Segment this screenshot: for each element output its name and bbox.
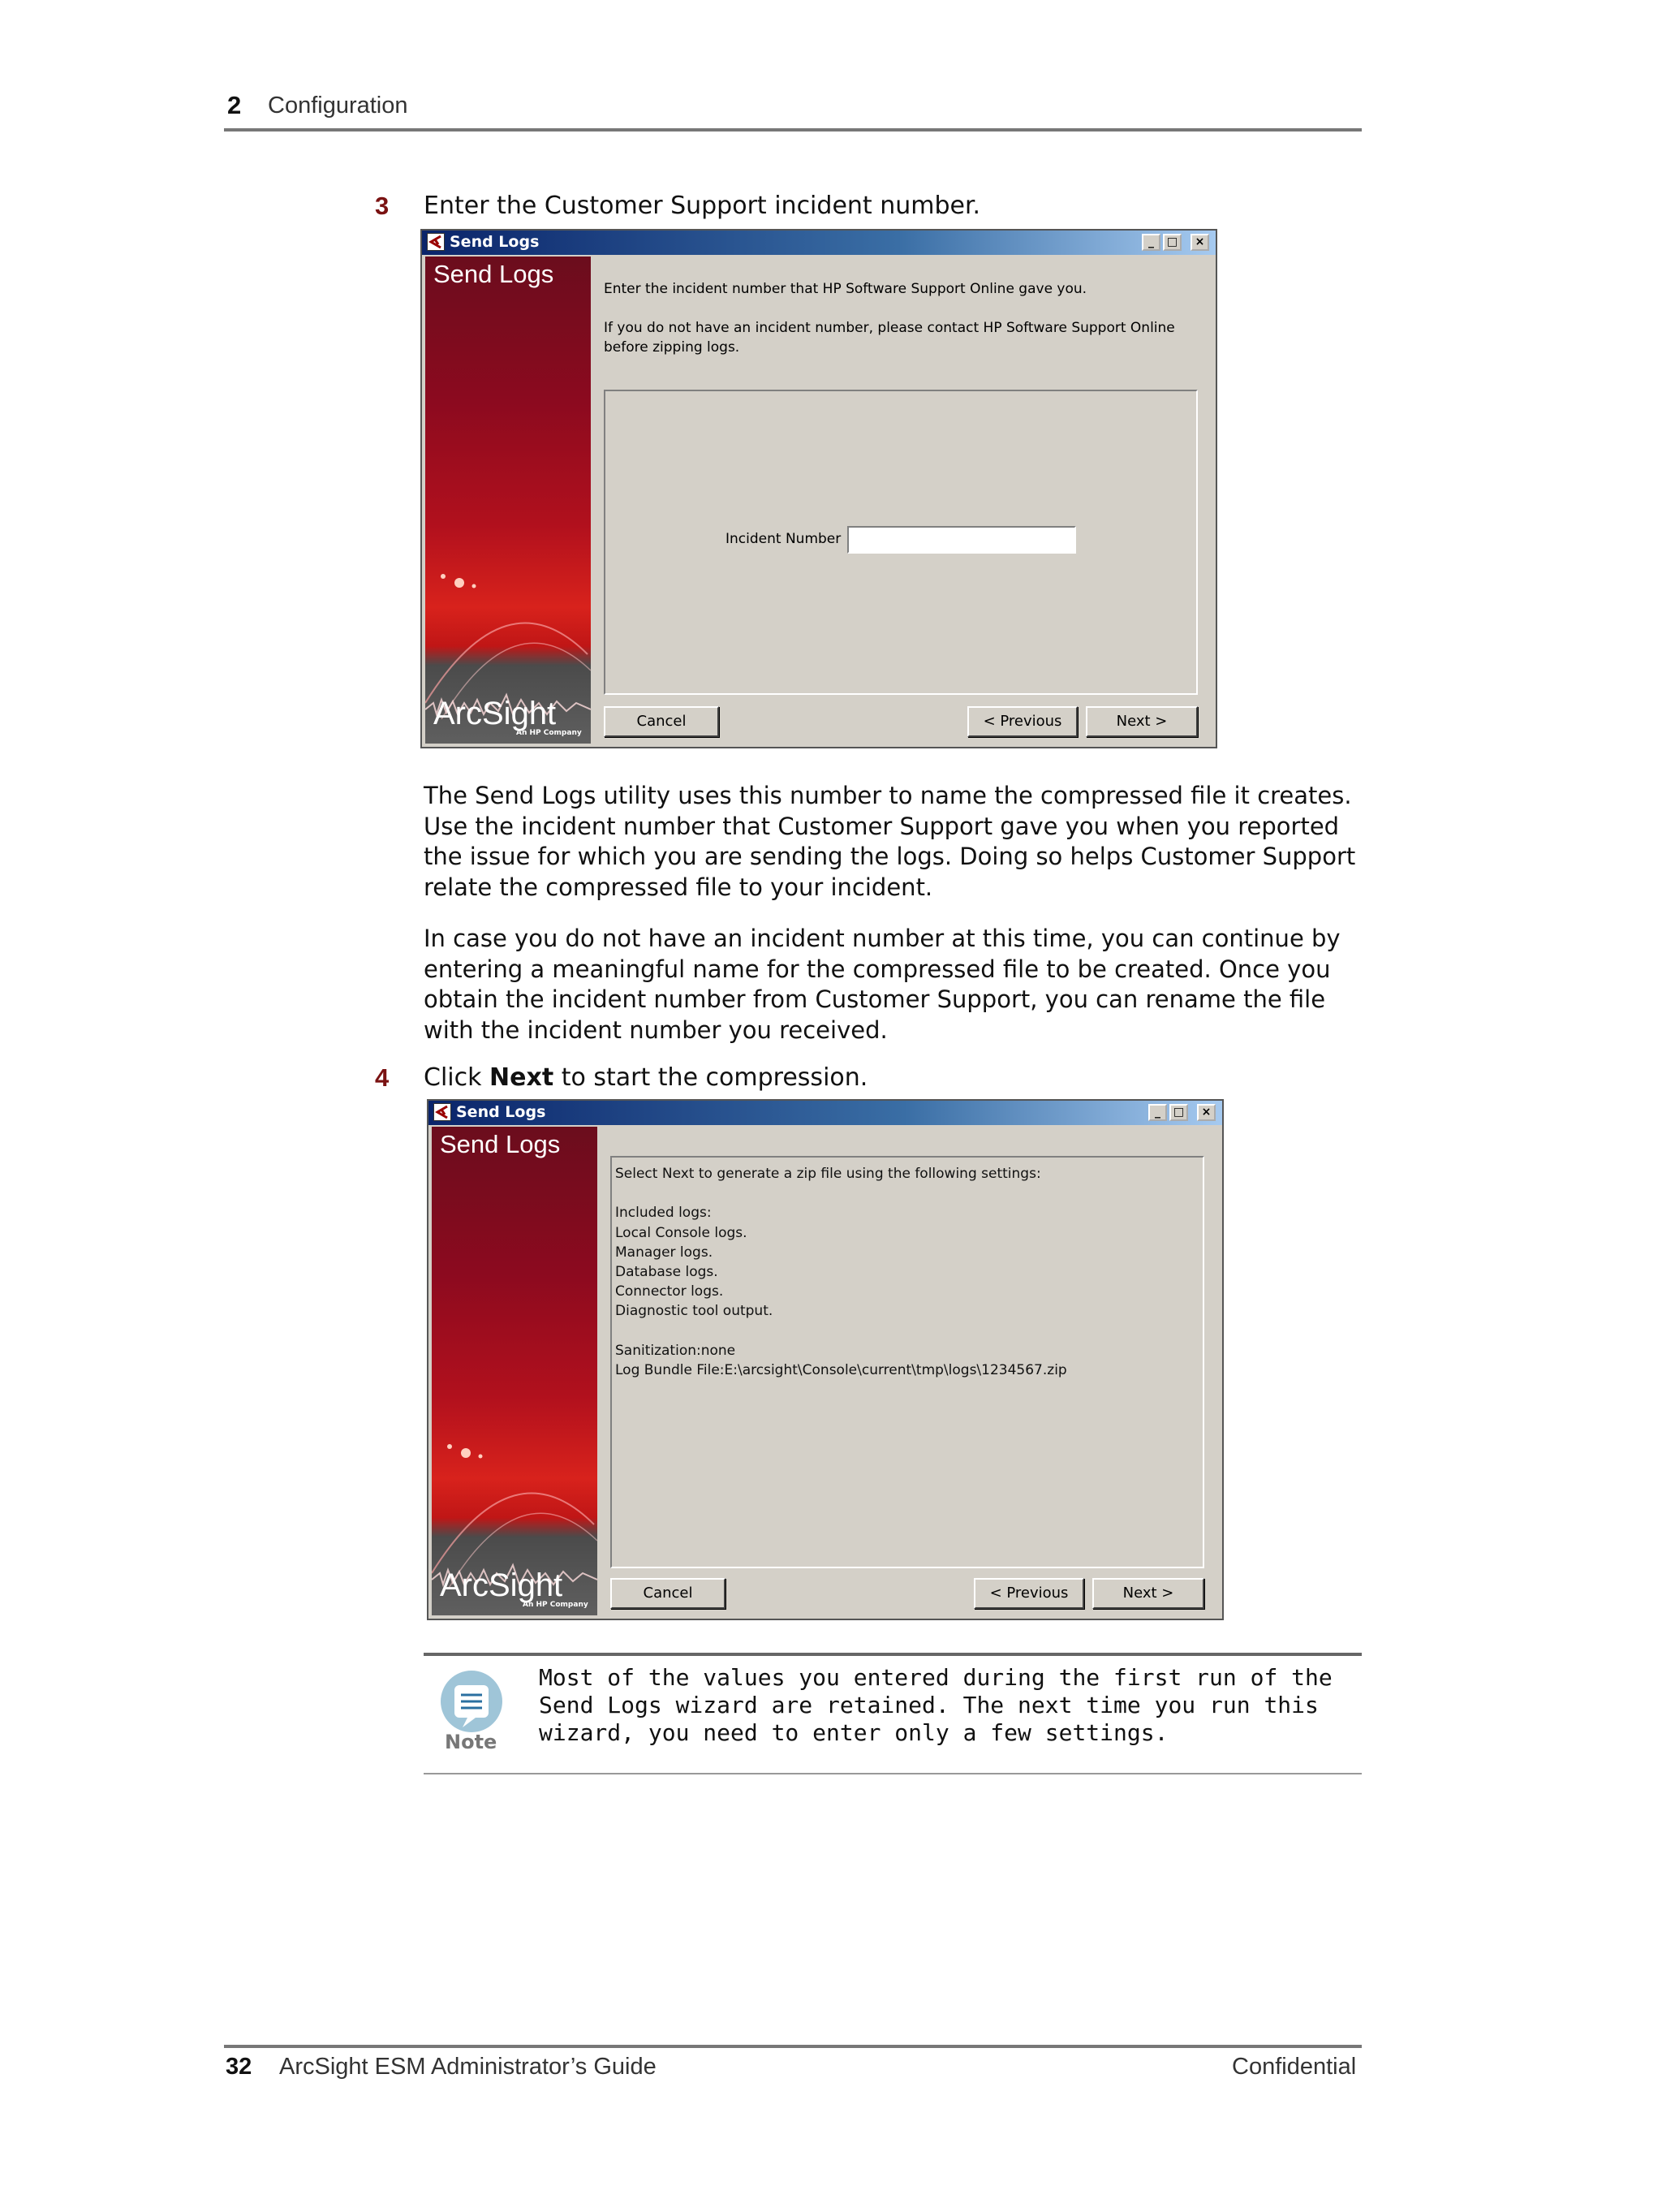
instruction-line-3: before zipping logs. — [604, 339, 740, 356]
chapter-title: Configuration — [268, 93, 408, 119]
previous-button[interactable]: < Previous — [974, 1578, 1084, 1609]
paragraph-incident-usage: The Send Logs utility uses this number t… — [424, 781, 1373, 903]
send-logs-dialog: Send Logs _ □ × Send Logs ArcSight An HP… — [420, 229, 1217, 748]
minimize-icon[interactable]: _ — [1148, 1104, 1167, 1121]
note-icon — [438, 1671, 505, 1737]
summary-line: Sanitization:none — [615, 1342, 736, 1359]
banner-swirl-icon — [432, 1444, 597, 1589]
step-text: Click Next to start the compression. — [424, 1063, 868, 1092]
step-text-bold: Next — [489, 1063, 554, 1092]
window-title: Send Logs — [456, 1103, 546, 1121]
step-number: 3 — [375, 192, 390, 220]
logo-subtitle: An HP Company — [516, 729, 582, 737]
step-text: Enter the Customer Support incident numb… — [424, 192, 981, 220]
side-title: Send Logs — [440, 1130, 561, 1158]
footer-rule — [224, 2045, 1362, 2048]
minimize-icon[interactable]: _ — [1142, 234, 1160, 251]
chapter-number: 2 — [227, 91, 242, 119]
arcsight-logo: ArcSight — [440, 1567, 563, 1603]
arcsight-app-icon — [433, 1103, 451, 1121]
side-title: Send Logs — [433, 260, 554, 288]
send-logs-summary-dialog: Send Logs _ □ × Send Logs ArcSight An HP… — [427, 1099, 1224, 1620]
close-icon[interactable]: × — [1197, 1104, 1216, 1121]
wizard-side-banner: Send Logs ArcSight An HP Company — [432, 1127, 597, 1615]
logo-subtitle: An HP Company — [523, 1601, 588, 1609]
maximize-icon[interactable]: □ — [1163, 234, 1182, 251]
wizard-side-banner: Send Logs ArcSight An HP Company — [425, 257, 591, 744]
note-top-rule — [424, 1653, 1362, 1656]
banner-swirl-icon — [425, 574, 591, 719]
header-rule — [224, 128, 1362, 132]
close-icon[interactable]: × — [1191, 234, 1209, 251]
next-button[interactable]: Next > — [1092, 1578, 1204, 1609]
summary-line: Diagnostic tool output. — [615, 1303, 773, 1320]
previous-button[interactable]: < Previous — [967, 706, 1078, 737]
incident-number-label: Incident Number — [726, 531, 842, 547]
note-text: Most of the values you entered during th… — [539, 1664, 1333, 1746]
window-title: Send Logs — [450, 233, 540, 251]
summary-line: Database logs. — [615, 1263, 718, 1280]
summary-line: Connector logs. — [615, 1283, 724, 1300]
incident-number-input[interactable] — [847, 526, 1076, 554]
instruction-line-2: If you do not have an incident number, p… — [604, 320, 1175, 336]
note-label: Note — [445, 1731, 497, 1753]
cancel-button[interactable]: Cancel — [604, 706, 719, 737]
summary-line — [615, 1322, 1199, 1341]
step-text-prefix: Click — [424, 1063, 490, 1092]
arcsight-logo: ArcSight — [433, 696, 557, 731]
summary-line: Log Bundle File:E:\arcsight\Console\curr… — [615, 1361, 1067, 1378]
step-text-suffix: to start the compression. — [553, 1063, 868, 1092]
instruction-line-1: Enter the incident number that HP Softwa… — [604, 281, 1087, 297]
summary-line: Local Console logs. — [615, 1224, 747, 1241]
cancel-button[interactable]: Cancel — [610, 1578, 726, 1609]
summary-line: Select Next to generate a zip file using… — [615, 1166, 1041, 1182]
arcsight-app-icon — [427, 233, 445, 251]
paragraph-text: The Send Logs utility uses this number t… — [424, 782, 1356, 901]
summary-line: Manager logs. — [615, 1244, 713, 1261]
paragraph-text: In case you do not have an incident numb… — [424, 925, 1341, 1044]
page-number: 32 — [226, 2054, 252, 2080]
note-bottom-rule — [424, 1773, 1362, 1774]
title-bar: Send Logs _ □ × — [422, 231, 1216, 255]
paragraph-no-incident: In case you do not have an incident numb… — [424, 924, 1373, 1046]
summary-line: Included logs: — [615, 1205, 712, 1222]
step-number: 4 — [375, 1063, 390, 1092]
classification: Confidential — [1232, 2054, 1357, 2080]
next-button[interactable]: Next > — [1086, 706, 1198, 737]
input-panel: Incident Number — [604, 390, 1198, 695]
title-bar: Send Logs _ □ × — [428, 1101, 1222, 1125]
settings-summary-panel: Select Next to generate a zip file using… — [610, 1156, 1204, 1568]
maximize-icon[interactable]: □ — [1169, 1104, 1188, 1121]
summary-line — [615, 1184, 1199, 1203]
book-title: ArcSight ESM Administrator’s Guide — [279, 2054, 657, 2080]
